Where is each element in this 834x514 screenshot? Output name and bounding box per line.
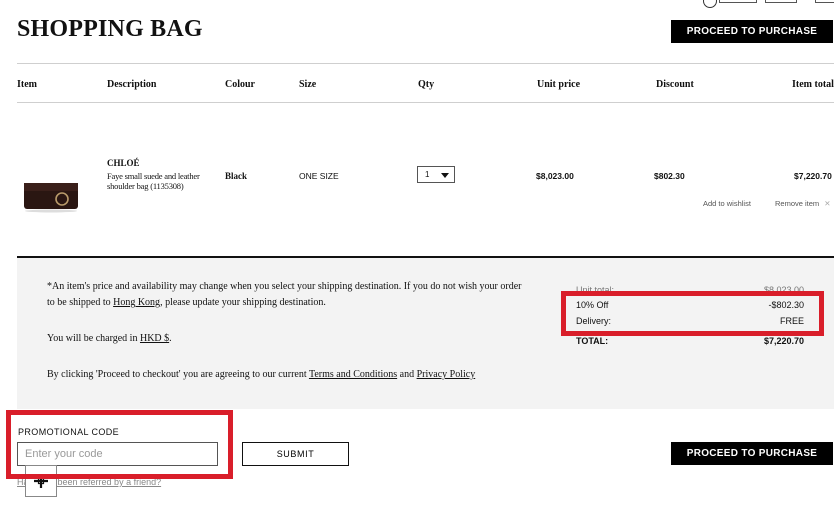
availability-note: *An item's price and availability may ch… xyxy=(47,279,557,311)
proceed-to-purchase-button[interactable]: PROCEED TO PURCHASE xyxy=(671,442,833,465)
column-header-description: Description xyxy=(107,79,157,90)
terms-note: By clicking 'Proceed to checkout' you ar… xyxy=(47,367,475,383)
top-control[interactable] xyxy=(765,0,797,3)
terms-text: and xyxy=(399,369,415,380)
total-row: TOTAL: $7,220.70 xyxy=(576,336,804,346)
terms-link[interactable]: Terms and Conditions xyxy=(309,369,397,380)
column-header-item: Item xyxy=(17,79,37,90)
column-header-unit-price: Unit price xyxy=(537,79,581,90)
quantity-value: 1 xyxy=(425,170,430,179)
product-description[interactable]: Faye small suede and leather shoulder ba… xyxy=(107,171,215,191)
column-header-size: Size xyxy=(299,79,317,90)
quantity-select[interactable]: 1 xyxy=(417,166,455,183)
availability-text: , please update your shipping destinatio… xyxy=(160,297,326,308)
chevron-down-icon xyxy=(441,173,449,178)
column-header-discount: Discount xyxy=(656,79,694,90)
page-title: SHOPPING BAG xyxy=(17,16,203,42)
submit-button[interactable]: SUBMIT xyxy=(242,442,349,466)
proceed-to-purchase-button[interactable]: PROCEED TO PURCHASE xyxy=(671,20,833,43)
remove-item-label: Remove item xyxy=(775,199,820,208)
privacy-link[interactable]: Privacy Policy xyxy=(417,369,476,380)
availability-text: to be shipped to xyxy=(47,297,111,308)
top-control[interactable] xyxy=(815,0,834,3)
product-colour: Black xyxy=(225,171,248,181)
close-icon: ✕ xyxy=(824,199,831,208)
product-image[interactable] xyxy=(22,177,80,213)
highlight-box xyxy=(561,291,824,336)
top-control-icon[interactable] xyxy=(703,0,717,8)
summary-label: TOTAL: xyxy=(576,336,609,346)
product-size: ONE SIZE xyxy=(299,171,339,181)
shipping-destination-link[interactable]: Hong Kong xyxy=(113,297,160,308)
item-total: $7,220.70 xyxy=(794,171,832,181)
summary-value: $7,220.70 xyxy=(763,336,804,346)
product-brand[interactable]: CHLOÉ xyxy=(107,158,140,168)
column-header-colour: Colour xyxy=(225,79,255,90)
currency-text: You will be charged in xyxy=(47,333,138,344)
availability-text: *An item's price and availability may ch… xyxy=(47,281,522,292)
currency-text: . xyxy=(169,333,172,344)
column-header-qty: Qty xyxy=(418,79,435,90)
add-to-wishlist-link[interactable]: Add to wishlist xyxy=(703,199,751,208)
unit-price: $8,023.00 xyxy=(536,171,574,181)
currency-note: You will be charged in HKD $. xyxy=(47,331,172,347)
terms-text: By clicking 'Proceed to checkout' you ar… xyxy=(47,369,307,380)
highlight-box xyxy=(6,410,233,479)
top-control[interactable] xyxy=(719,0,757,3)
currency-link[interactable]: HKD $ xyxy=(140,333,169,344)
remove-item-link[interactable]: Remove item ✕ xyxy=(775,199,831,208)
divider xyxy=(17,63,834,64)
column-header-item-total: Item total xyxy=(792,79,834,90)
divider xyxy=(17,102,834,103)
discount-amount: $802.30 xyxy=(654,171,685,181)
